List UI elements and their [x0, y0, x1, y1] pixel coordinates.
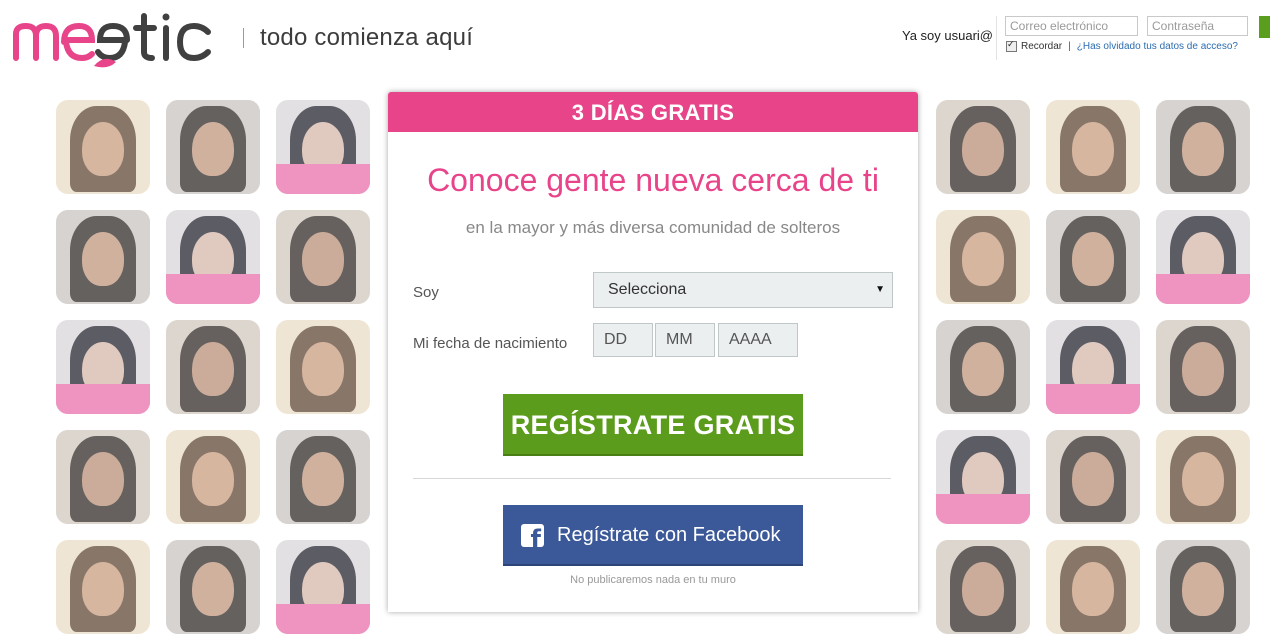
profile-photo[interactable] [1156, 540, 1250, 634]
profile-photo[interactable] [276, 430, 370, 524]
profile-photo[interactable] [276, 100, 370, 194]
profile-photo[interactable] [56, 210, 150, 304]
profile-photo[interactable] [56, 320, 150, 414]
divider [413, 478, 891, 479]
link-separator: | [1068, 41, 1071, 52]
profile-photo[interactable] [166, 320, 260, 414]
forgot-password-link[interactable]: ¿Has olvidado tus datos de acceso? [1077, 41, 1238, 52]
facebook-icon: f [521, 524, 544, 551]
birth-day-field[interactable]: DD [593, 323, 653, 357]
gender-select[interactable]: Selecciona ▼ [593, 272, 893, 308]
birthdate-label: Mi fecha de nacimiento [413, 335, 568, 352]
register-free-button[interactable]: REGÍSTRATE GRATIS [503, 394, 803, 456]
profile-photo[interactable] [276, 540, 370, 634]
login-separator [996, 16, 997, 60]
registration-modal: 3 DÍAS GRATIS Conoce gente nueva cerca d… [388, 92, 918, 612]
profile-photo[interactable] [1156, 100, 1250, 194]
dropdown-arrow-icon: ▼ [875, 284, 885, 295]
profile-photo[interactable] [56, 100, 150, 194]
checkbox-checked-icon[interactable] [1006, 39, 1017, 52]
meetic-logo[interactable] [12, 12, 230, 72]
profile-photo[interactable] [276, 210, 370, 304]
email-input[interactable]: Correo electrónico [1005, 16, 1138, 36]
profile-photo[interactable] [1156, 430, 1250, 524]
profile-photo[interactable] [1046, 100, 1140, 194]
profile-photo[interactable] [166, 100, 260, 194]
profile-photo[interactable] [936, 320, 1030, 414]
password-input[interactable]: Contraseña [1147, 16, 1248, 36]
profile-photo[interactable] [936, 100, 1030, 194]
login-button[interactable] [1259, 16, 1270, 38]
profile-photo[interactable] [936, 430, 1030, 524]
profile-photo[interactable] [56, 540, 150, 634]
profile-photo[interactable] [56, 430, 150, 524]
facebook-button-label: Regístrate con Facebook [557, 524, 781, 546]
free-days-banner: 3 DÍAS GRATIS [388, 92, 918, 132]
profile-photo[interactable] [166, 540, 260, 634]
profile-photo[interactable] [1046, 430, 1140, 524]
gender-label: Soy [413, 284, 439, 301]
logo-divider [243, 28, 244, 48]
profile-photo[interactable] [276, 320, 370, 414]
profile-photo[interactable] [1046, 540, 1140, 634]
birth-month-field[interactable]: MM [655, 323, 715, 357]
headline: Conoce gente nueva cerca de ti [427, 162, 879, 198]
login-label: Ya soy usuari@ [902, 28, 993, 43]
profile-photo[interactable] [1156, 210, 1250, 304]
profile-photo[interactable] [936, 540, 1030, 634]
profile-photo[interactable] [1156, 320, 1250, 414]
tagline: todo comienza aquí [260, 24, 474, 51]
profile-photo[interactable] [1046, 210, 1140, 304]
birth-year-field[interactable]: AAAA [718, 323, 798, 357]
profile-photo[interactable] [166, 430, 260, 524]
remember-row: Recordar | ¿Has olvidado tus datos de ac… [1006, 39, 1238, 52]
profile-photo[interactable] [936, 210, 1030, 304]
facebook-register-button[interactable]: f Regístrate con Facebook [503, 505, 803, 566]
profile-photo[interactable] [1046, 320, 1140, 414]
facebook-note: No publicaremos nada en tu muro [570, 574, 736, 586]
remember-label[interactable]: Recordar [1021, 41, 1062, 52]
profile-photo[interactable] [166, 210, 260, 304]
gender-select-value: Selecciona [608, 281, 687, 298]
subheadline: en la mayor y más diversa comunidad de s… [465, 218, 841, 237]
